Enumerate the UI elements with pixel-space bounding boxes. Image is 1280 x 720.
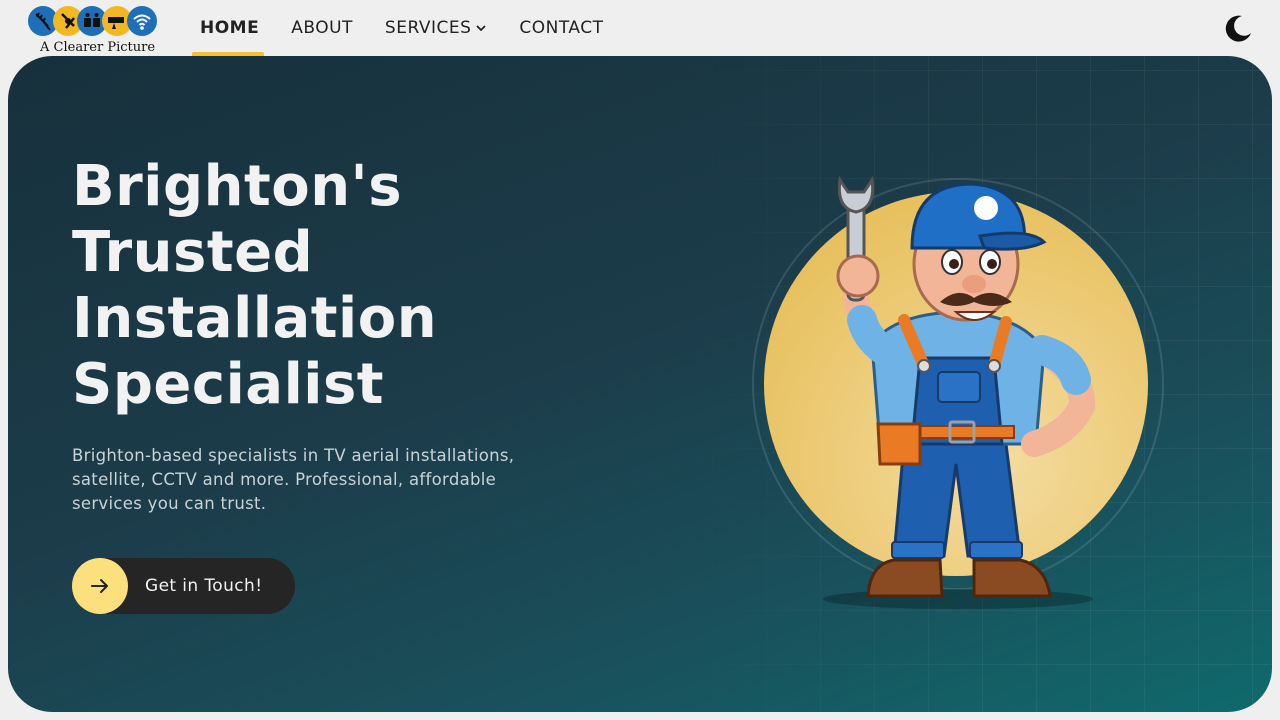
nav-item-home[interactable]: HOME <box>192 0 275 56</box>
get-in-touch-button[interactable]: Get in Touch! <box>72 558 295 614</box>
hero-headline: Brighton's Trusted Installation Speciali… <box>72 154 632 418</box>
site-logo[interactable]: A Clearer Picture <box>28 4 158 55</box>
main-nav: HOME ABOUT SERVICES CONTACT <box>192 0 620 56</box>
hero-section: Brighton's Trusted Installation Speciali… <box>8 56 1272 712</box>
headline-line: Trusted <box>72 220 314 285</box>
moon-icon[interactable] <box>1222 12 1254 44</box>
nav-item-about[interactable]: ABOUT <box>275 0 369 56</box>
headline-line: Installation <box>72 286 438 351</box>
nav-item-contact[interactable]: CONTACT <box>503 0 619 56</box>
nav-item-services[interactable]: SERVICES <box>369 0 503 56</box>
chevron-down-icon <box>475 22 487 34</box>
cta-label: Get in Touch! <box>145 576 263 596</box>
logo-service-icons <box>28 6 157 36</box>
arrow-right-icon <box>72 558 128 614</box>
hero-subtext: Brighton-based specialists in TV aerial … <box>72 446 515 513</box>
headline-line: Specialist <box>72 352 385 417</box>
handyman-mascot-illustration <box>752 175 1164 609</box>
logo-text: A Clearer Picture <box>40 40 156 55</box>
top-navbar: A Clearer Picture HOME ABOUT SERVICES CO… <box>0 0 1280 56</box>
headline-line: Brighton's <box>72 154 403 219</box>
